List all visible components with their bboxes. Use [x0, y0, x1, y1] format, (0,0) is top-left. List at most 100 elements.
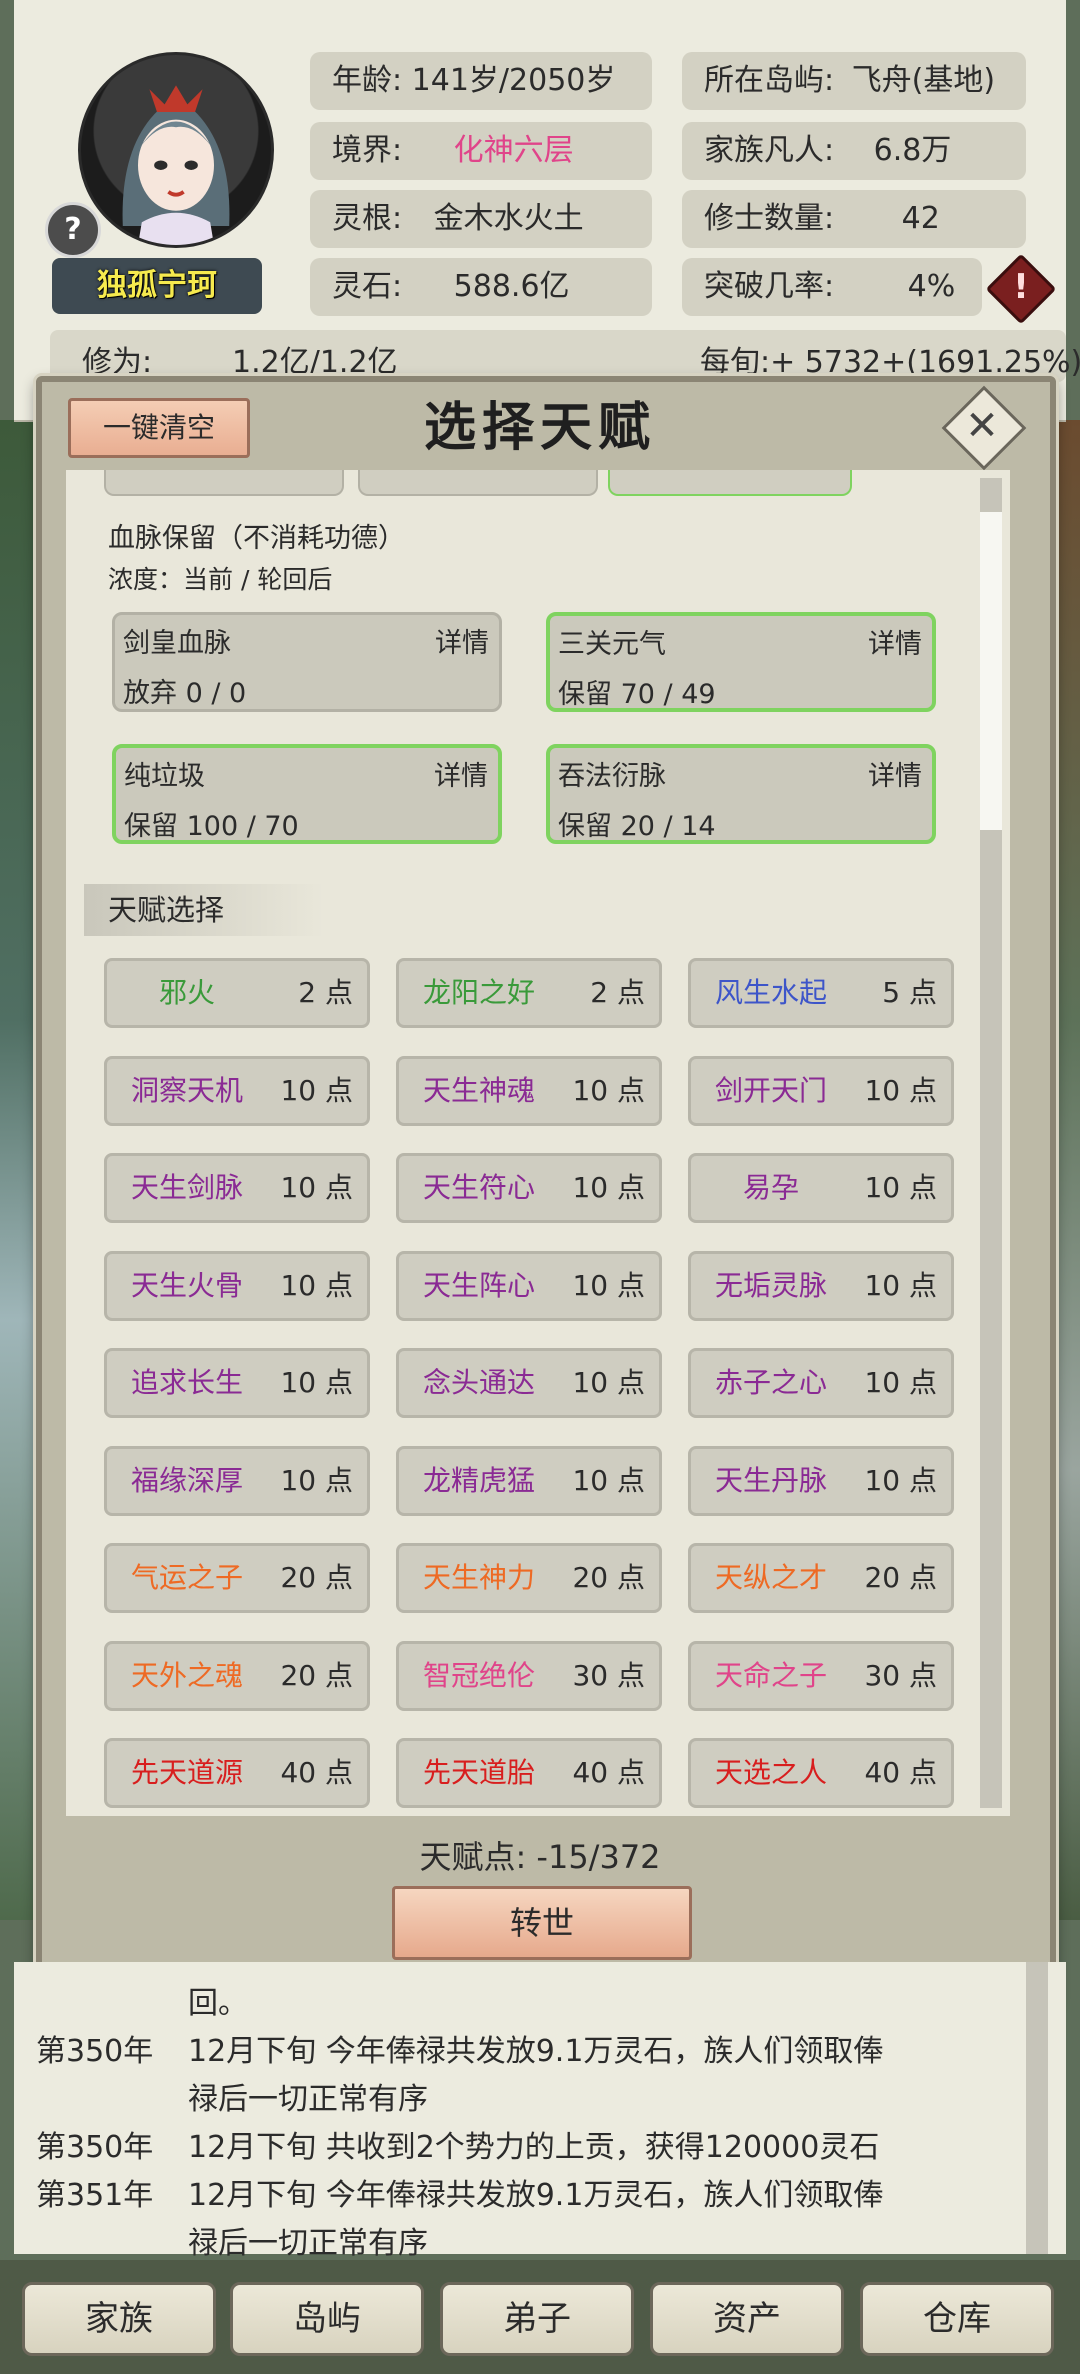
talent-name: 天生阵心: [422, 1269, 535, 1302]
talent-option[interactable]: 天生火骨 10 点: [104, 1251, 370, 1321]
bloodline-card[interactable]: 三关元气 详情 保留 70 / 49: [546, 612, 936, 712]
talent-cost: 10 点: [572, 1074, 645, 1107]
age-value: 141岁/2050岁: [411, 63, 616, 98]
talent-name: 剑开天门: [714, 1074, 827, 1107]
talent-cost: 2 点: [590, 976, 645, 1009]
bloodline-status: 保留 70 / 49: [558, 679, 716, 710]
warning-mark: !: [1013, 267, 1029, 307]
talent-option[interactable]: 天纵之才 20 点: [688, 1543, 954, 1613]
talent-option[interactable]: 天外之魂 20 点: [104, 1641, 370, 1711]
tab-family[interactable]: 家族: [22, 2282, 216, 2356]
log-year: 第350年: [36, 2034, 154, 2069]
talent-name: 龙阳之好: [422, 976, 535, 1009]
talent-cost: 2 点: [298, 976, 353, 1009]
stone-label: 灵石:: [332, 269, 403, 304]
talent-cost: 10 点: [280, 1464, 353, 1497]
talent-option[interactable]: 智冠绝伦 30 点: [396, 1641, 662, 1711]
talent-name: 福缘深厚: [130, 1464, 243, 1497]
bloodline-detail-link[interactable]: 详情: [434, 754, 488, 793]
talent-option[interactable]: 追求长生 10 点: [104, 1348, 370, 1418]
talent-name: 天生火骨: [130, 1269, 243, 1302]
scrollbar-thumb[interactable]: [980, 512, 1002, 830]
reincarnate-button[interactable]: 转世: [392, 1886, 692, 1960]
bloodline-title: 血脉保留（不消耗功德）: [108, 523, 405, 554]
background-art-left: [0, 420, 40, 1920]
talent-option[interactable]: 龙精虎猛 10 点: [396, 1446, 662, 1516]
talent-option[interactable]: 天生剑脉 10 点: [104, 1153, 370, 1223]
talent-option[interactable]: 天生神魂 10 点: [396, 1056, 662, 1126]
talent-option[interactable]: 赤子之心 10 点: [688, 1348, 954, 1418]
close-button[interactable]: ✕: [941, 385, 1027, 471]
talent-option[interactable]: 念头通达 10 点: [396, 1348, 662, 1418]
talent-option[interactable]: 先天道胎 40 点: [396, 1738, 662, 1808]
tab-disciples[interactable]: 弟子: [440, 2282, 634, 2356]
talent-option[interactable]: 易孕 10 点: [688, 1153, 954, 1223]
stat-island: 所在岛屿: 飞舟(基地): [682, 52, 1026, 110]
talent-cost: 10 点: [864, 1366, 937, 1399]
talent-option[interactable]: 天命之子 30 点: [688, 1641, 954, 1711]
talent-name: 天生神力: [422, 1561, 535, 1594]
talent-option[interactable]: 无垢灵脉 10 点: [688, 1251, 954, 1321]
stat-age: 年龄: 141岁/2050岁: [310, 52, 652, 110]
bloodline-detail-link[interactable]: 详情: [435, 621, 489, 660]
talent-name: 龙精虎猛: [422, 1464, 535, 1497]
mortals-label: 家族凡人:: [704, 133, 835, 168]
talent-cost: 10 点: [280, 1171, 353, 1204]
breakthrough-label: 突破几率:: [704, 269, 835, 304]
help-icon[interactable]: ?: [45, 202, 101, 258]
talent-cost: 10 点: [864, 1074, 937, 1107]
talent-name: 智冠绝伦: [422, 1659, 535, 1692]
talent-option[interactable]: 洞察天机 10 点: [104, 1056, 370, 1126]
tab-assets[interactable]: 资产: [650, 2282, 844, 2356]
bloodline-card[interactable]: 剑皇血脉 详情 放弃 0 / 0: [112, 612, 502, 712]
talent-name: 洞察天机: [130, 1074, 243, 1107]
log-scrollbar[interactable]: [1026, 1962, 1048, 2254]
partial-card: [608, 470, 852, 496]
tab-island[interactable]: 岛屿: [230, 2282, 424, 2356]
bloodline-detail-link[interactable]: 详情: [868, 754, 922, 793]
talent-cost: 20 点: [864, 1561, 937, 1594]
talent-option[interactable]: 风生水起 5 点: [688, 958, 954, 1028]
talent-option[interactable]: 天选之人 40 点: [688, 1738, 954, 1808]
talent-cost: 10 点: [572, 1464, 645, 1497]
talent-cost: 10 点: [864, 1269, 937, 1302]
cultivators-value: 42: [901, 201, 940, 236]
talent-option[interactable]: 气运之子 20 点: [104, 1543, 370, 1613]
talent-option[interactable]: 龙阳之好 2 点: [396, 958, 662, 1028]
tab-warehouse[interactable]: 仓库: [860, 2282, 1054, 2356]
talent-cost: 20 点: [280, 1561, 353, 1594]
bloodline-card[interactable]: 吞法衍脉 详情 保留 20 / 14: [546, 744, 936, 844]
log-entry: 12月下旬 共收到2个势力的上贡，获得120000灵石: [188, 2130, 880, 2165]
talent-cost: 10 点: [280, 1074, 353, 1107]
talent-option[interactable]: 先天道源 40 点: [104, 1738, 370, 1808]
bloodline-detail-link[interactable]: 详情: [868, 622, 922, 661]
partial-card: [104, 470, 344, 496]
talent-option[interactable]: 天生丹脉 10 点: [688, 1446, 954, 1516]
bloodline-name: 三关元气: [558, 629, 666, 660]
clear-all-button[interactable]: 一键清空: [68, 398, 250, 458]
mortals-value: 6.8万: [873, 133, 952, 168]
talent-name: 天生神魂: [422, 1074, 535, 1107]
talent-option[interactable]: 福缘深厚 10 点: [104, 1446, 370, 1516]
stat-spirit-stone: 灵石: 588.6亿: [310, 258, 652, 316]
stone-value: 588.6亿: [453, 269, 570, 304]
log-entry: 禄后一切正常有序: [188, 2082, 428, 2117]
talent-cost: 10 点: [572, 1171, 645, 1204]
talent-name: 天生符心: [422, 1171, 535, 1204]
talent-cost: 20 点: [572, 1561, 645, 1594]
character-avatar[interactable]: [78, 52, 274, 248]
cultivation-label: 修为:: [82, 345, 153, 380]
bloodline-card[interactable]: 纯垃圾 详情 保留 100 / 70: [112, 744, 502, 844]
talent-option[interactable]: 剑开天门 10 点: [688, 1056, 954, 1126]
talent-name: 先天道胎: [422, 1756, 535, 1789]
talent-option[interactable]: 天生神力 20 点: [396, 1543, 662, 1613]
talent-option[interactable]: 邪火 2 点: [104, 958, 370, 1028]
talent-option[interactable]: 天生阵心 10 点: [396, 1251, 662, 1321]
bloodline-name: 剑皇血脉: [123, 628, 231, 659]
talent-cost: 10 点: [280, 1269, 353, 1302]
talent-name: 天纵之才: [714, 1561, 827, 1594]
root-value: 金木水火土: [433, 201, 584, 236]
stat-cultivators: 修士数量: 42: [682, 190, 1026, 248]
talent-option[interactable]: 天生符心 10 点: [396, 1153, 662, 1223]
age-label: 年龄:: [332, 63, 403, 98]
